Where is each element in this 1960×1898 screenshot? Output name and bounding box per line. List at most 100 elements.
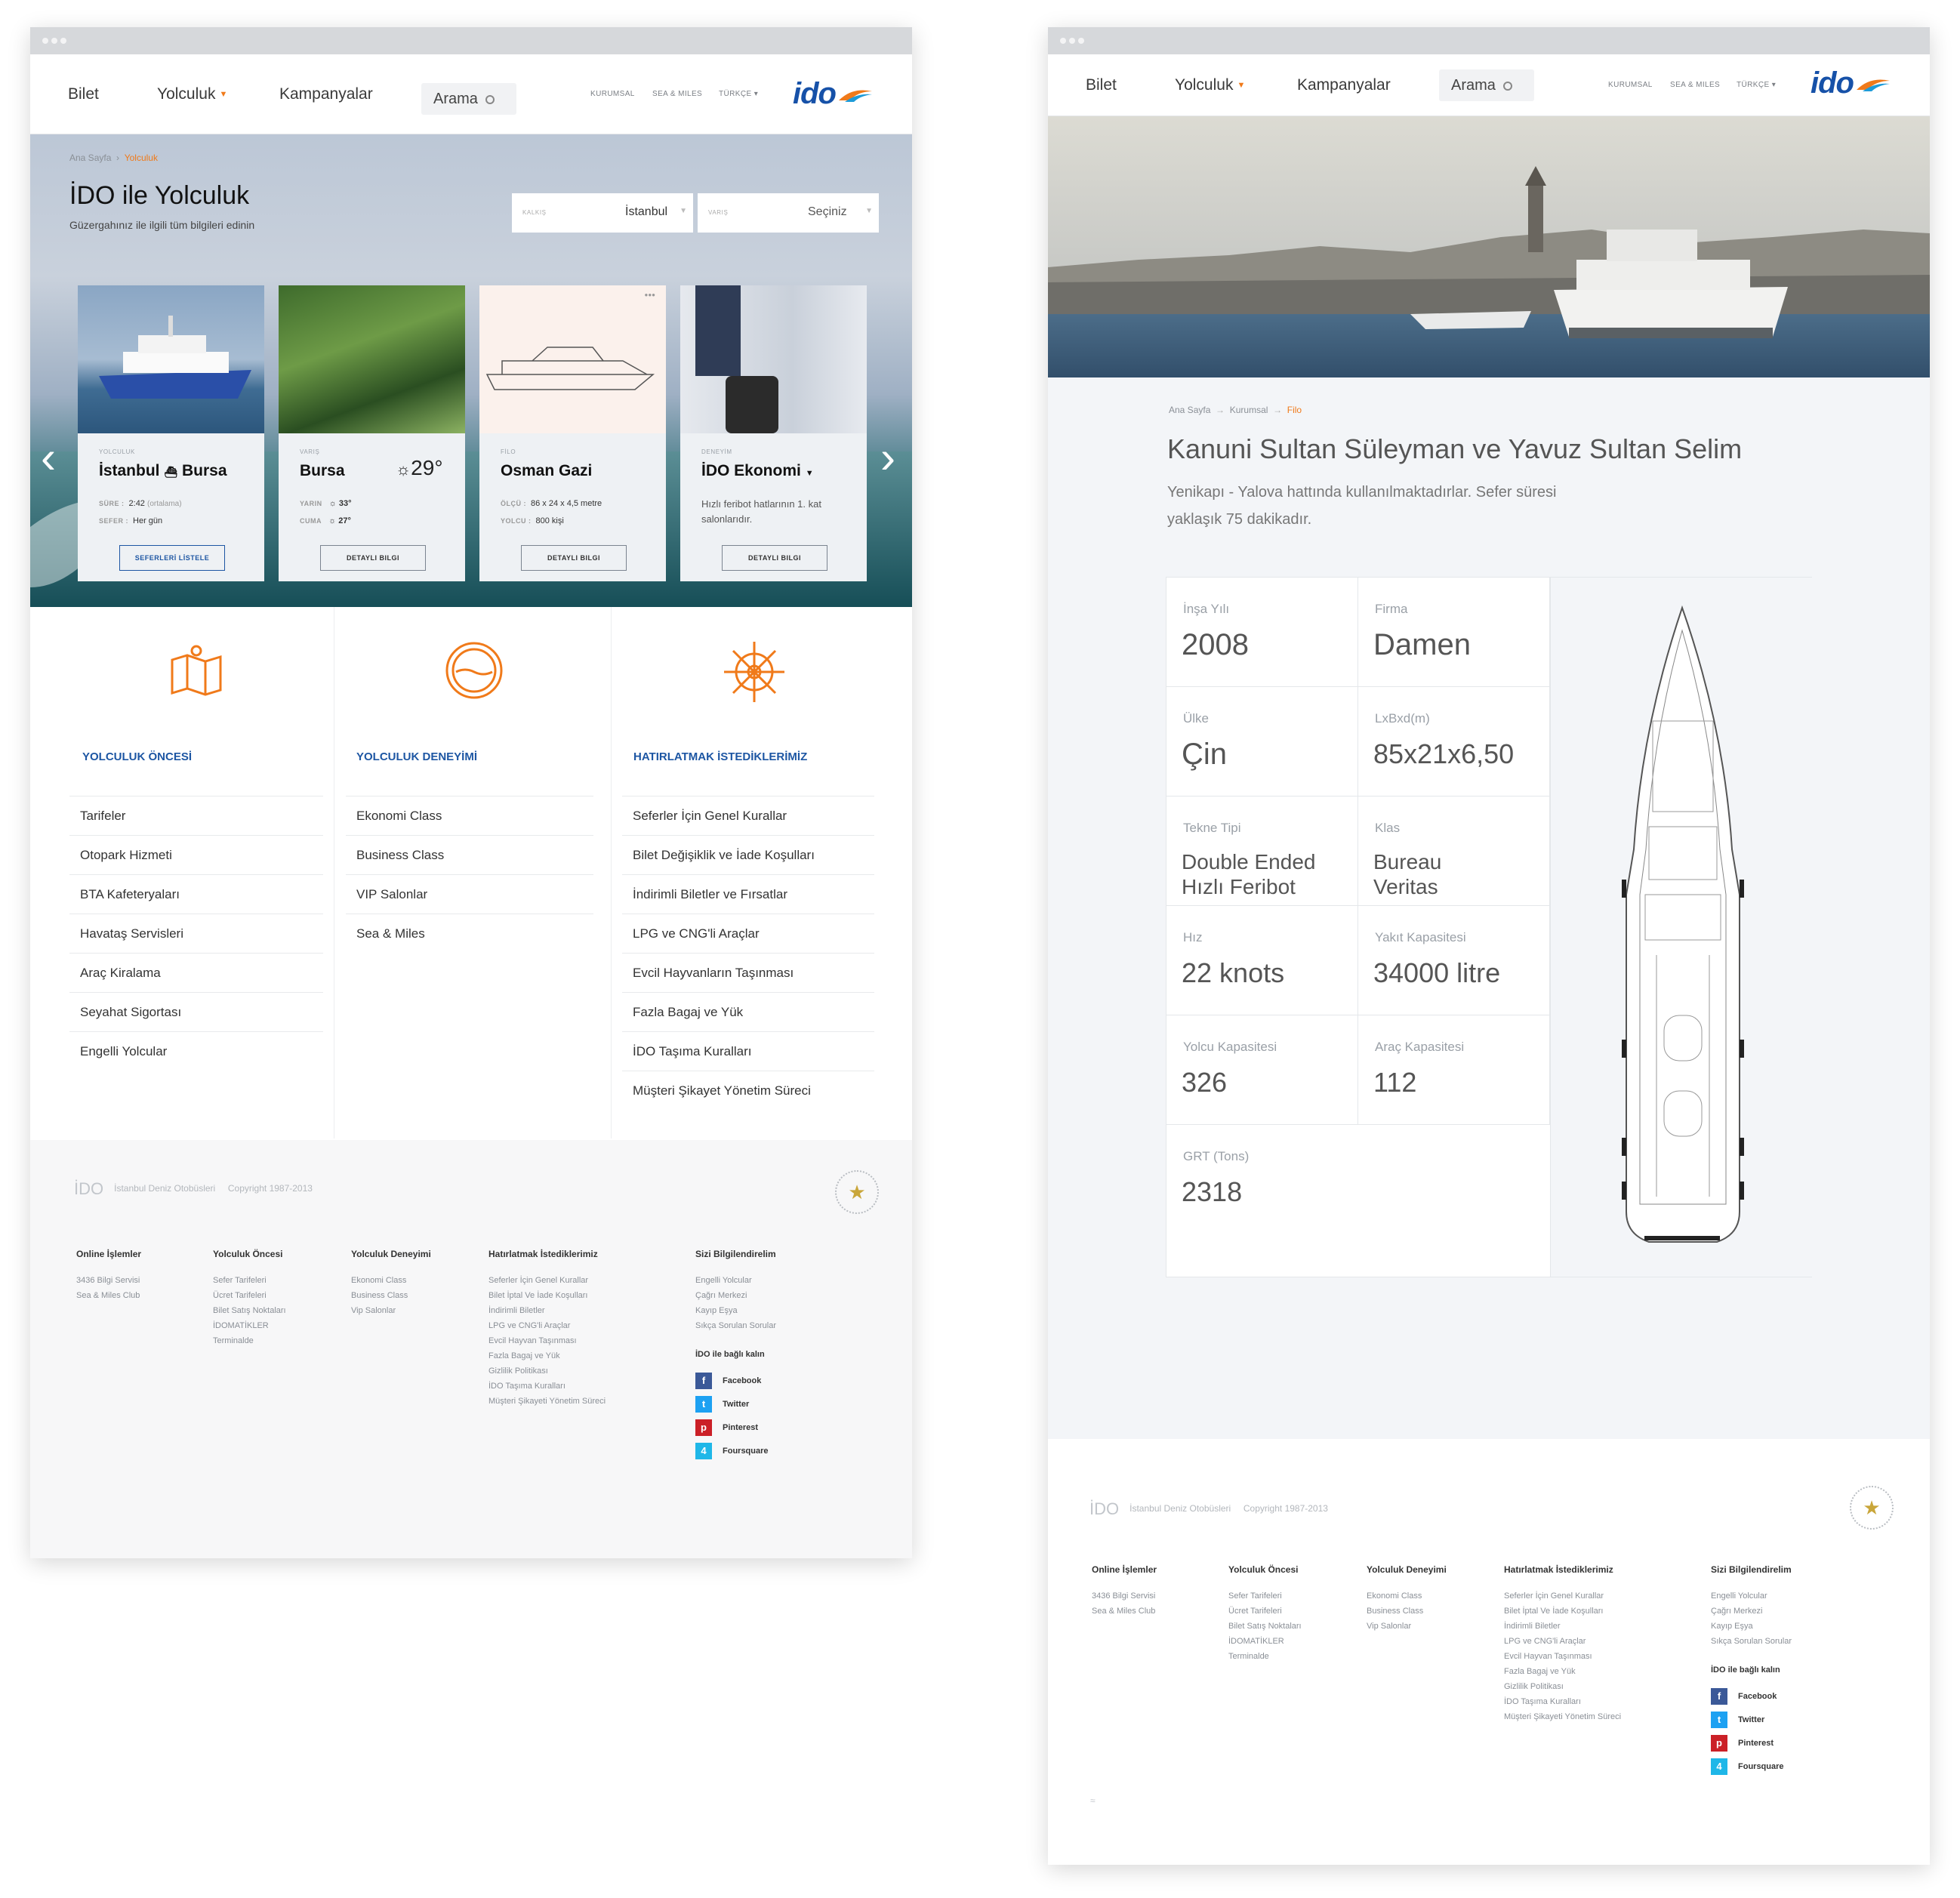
footer-link[interactable]: Sea & Miles Club <box>1092 1604 1155 1619</box>
footer-link[interactable]: Terminalde <box>213 1333 286 1348</box>
carousel-next-arrow-icon[interactable]: › <box>880 435 895 480</box>
footer-link[interactable]: Business Class <box>1367 1604 1423 1619</box>
footer-link[interactable]: Sıkça Sorulan Sorular <box>1711 1634 1792 1649</box>
footer-link[interactable]: Kayıp Eşya <box>695 1303 776 1318</box>
footer-link[interactable]: Engelli Yolcular <box>1711 1588 1792 1604</box>
experience-title[interactable]: İDO Ekonomi ▼ <box>701 462 814 480</box>
search-box[interactable]: Arama <box>421 83 516 115</box>
list-item[interactable]: Bilet Değişiklik ve İade Koşulları <box>622 835 874 874</box>
pinterest-link[interactable]: p Pinterest <box>695 1416 769 1440</box>
footer-link[interactable]: İndirimli Biletler <box>1504 1619 1621 1634</box>
footer-link[interactable]: LPG ve CNG'li Araçlar <box>488 1318 606 1333</box>
kalkis-select[interactable]: KALKIŞ İstanbul ▼ <box>512 193 693 233</box>
footer-link[interactable]: İDOMATİKLER <box>213 1318 286 1333</box>
varis-select[interactable]: VARIŞ Seçiniz ▼ <box>698 193 879 233</box>
footer-link[interactable]: LPG ve CNG'li Araçlar <box>1504 1634 1621 1649</box>
footer-link[interactable]: Bilet İptal Ve İade Koşulları <box>1504 1604 1621 1619</box>
list-item[interactable]: Seyahat Sigortası <box>69 992 323 1031</box>
nav-yolculuk[interactable]: Yolculuk ▼ <box>157 54 227 134</box>
nav-bilet[interactable]: Bilet <box>1086 54 1117 116</box>
list-item[interactable]: Fazla Bagaj ve Yük <box>622 992 874 1031</box>
nav-language[interactable]: TÜRKÇE ▾ <box>719 54 758 134</box>
list-item[interactable]: Evcil Hayvanların Taşınması <box>622 953 874 992</box>
footer-link[interactable]: İndirimli Biletler <box>488 1303 606 1318</box>
twitter-link[interactable]: t Twitter <box>695 1393 769 1416</box>
footer-link[interactable]: Terminalde <box>1228 1649 1302 1664</box>
footer-link[interactable]: Kayıp Eşya <box>1711 1619 1792 1634</box>
list-item[interactable]: İndirimli Biletler ve Fırsatlar <box>622 874 874 914</box>
twitter-link[interactable]: t Twitter <box>1711 1709 1784 1732</box>
nav-bilet[interactable]: Bilet <box>68 54 99 134</box>
nav-sea-miles[interactable]: SEA & MILES <box>1670 54 1720 116</box>
list-item[interactable]: Müşteri Şikayet Yönetim Süreci <box>622 1071 874 1110</box>
foursquare-link[interactable]: 4 Foursquare <box>695 1440 769 1463</box>
footer-link[interactable]: Seferler İçin Genel Kurallar <box>488 1273 606 1288</box>
nav-kampanyalar[interactable]: Kampanyalar <box>279 54 373 134</box>
footer-link[interactable]: Sefer Tarifeleri <box>213 1273 286 1288</box>
list-item[interactable]: Otopark Hizmeti <box>69 835 323 874</box>
nav-yolculuk[interactable]: Yolculuk ▼ <box>1175 54 1245 116</box>
details-button[interactable]: DETAYLI BILGI <box>521 545 627 571</box>
footer-link[interactable]: Ekonomi Class <box>351 1273 408 1288</box>
footer-link[interactable]: İDOMATİKLER <box>1228 1634 1302 1649</box>
ido-logo[interactable]: ido <box>793 77 874 111</box>
footer-link[interactable]: Sıkça Sorulan Sorular <box>695 1318 776 1333</box>
footer-link[interactable]: Ekonomi Class <box>1367 1588 1423 1604</box>
footer-link[interactable]: Bilet Satış Noktaları <box>213 1303 286 1318</box>
list-item[interactable]: Ekonomi Class <box>346 796 593 835</box>
search-box[interactable]: Arama <box>1439 69 1534 101</box>
list-item[interactable]: VIP Salonlar <box>346 874 593 914</box>
nav-sea-miles[interactable]: SEA & MILES <box>652 54 702 134</box>
nav-kurumsal[interactable]: KURUMSAL <box>1608 54 1653 116</box>
list-item[interactable]: İDO Taşıma Kuralları <box>622 1031 874 1071</box>
facebook-link[interactable]: f Facebook <box>695 1370 769 1393</box>
footer-link[interactable]: Business Class <box>351 1288 408 1303</box>
footer-link[interactable]: Bilet Satış Noktaları <box>1228 1619 1302 1634</box>
nav-language[interactable]: TÜRKÇE ▾ <box>1737 54 1776 116</box>
footer-link[interactable]: Gizlilik Politikası <box>1504 1679 1621 1694</box>
footer-link[interactable]: Müşteri Şikayeti Yönetim Süreci <box>488 1394 606 1409</box>
facebook-link[interactable]: f Facebook <box>1711 1685 1784 1709</box>
footer-link[interactable]: Sea & Miles Club <box>76 1288 140 1303</box>
footer-link[interactable]: Ücret Tarifeleri <box>1228 1604 1302 1619</box>
breadcrumb-home[interactable]: Ana Sayfa <box>69 153 111 163</box>
footer-link[interactable]: İDO Taşıma Kuralları <box>488 1379 606 1394</box>
list-item[interactable]: Engelli Yolcular <box>69 1031 323 1071</box>
foursquare-link[interactable]: 4 Foursquare <box>1711 1755 1784 1779</box>
footer-link[interactable]: Ücret Tarifeleri <box>213 1288 286 1303</box>
breadcrumb-kurumsal[interactable]: Kurumsal <box>1230 405 1268 415</box>
footer-link[interactable]: Fazla Bagaj ve Yük <box>1504 1664 1621 1679</box>
list-item[interactable]: Sea & Miles <box>346 914 593 953</box>
breadcrumb-home[interactable]: Ana Sayfa <box>1169 405 1210 415</box>
footer-link[interactable]: Bilet İptal Ve İade Koşulları <box>488 1288 606 1303</box>
footer-link[interactable]: Evcil Hayvan Taşınması <box>488 1333 606 1348</box>
list-item[interactable]: LPG ve CNG'li Araçlar <box>622 914 874 953</box>
footer-link[interactable]: 3436 Bilgi Servisi <box>76 1273 140 1288</box>
footer-link[interactable]: Çağrı Merkezi <box>695 1288 776 1303</box>
footer-link[interactable]: Çağrı Merkezi <box>1711 1604 1792 1619</box>
list-item[interactable]: Havataş Servisleri <box>69 914 323 953</box>
footer-link[interactable]: Gizlilik Politikası <box>488 1363 606 1379</box>
footer-link[interactable]: Vip Salonlar <box>351 1303 408 1318</box>
footer-link[interactable]: Seferler İçin Genel Kurallar <box>1504 1588 1621 1604</box>
list-item[interactable]: Tarifeler <box>69 796 323 835</box>
list-item[interactable]: BTA Kafeteryaları <box>69 874 323 914</box>
carousel-prev-arrow-icon[interactable]: ‹ <box>41 435 56 480</box>
footer-link[interactable]: Vip Salonlar <box>1367 1619 1423 1634</box>
footer-link[interactable]: Müşteri Şikayeti Yönetim Süreci <box>1504 1709 1621 1724</box>
nav-kurumsal[interactable]: KURUMSAL <box>590 54 635 134</box>
ido-logo[interactable]: ido <box>1811 66 1891 100</box>
details-button[interactable]: DETAYLI BILGI <box>320 545 426 571</box>
details-button[interactable]: DETAYLI BILGI <box>722 545 827 571</box>
footer-link[interactable]: Evcil Hayvan Taşınması <box>1504 1649 1621 1664</box>
footer-link[interactable]: Engelli Yolcular <box>695 1273 776 1288</box>
nav-kampanyalar[interactable]: Kampanyalar <box>1297 54 1391 116</box>
footer-link[interactable]: 3436 Bilgi Servisi <box>1092 1588 1155 1604</box>
footer-link[interactable]: Fazla Bagaj ve Yük <box>488 1348 606 1363</box>
pinterest-link[interactable]: p Pinterest <box>1711 1732 1784 1755</box>
list-item[interactable]: Business Class <box>346 835 593 874</box>
list-item[interactable]: Araç Kiralama <box>69 953 323 992</box>
list-trips-button[interactable]: SEFERLERİ LİSTELE <box>119 545 225 571</box>
footer-link[interactable]: Sefer Tarifeleri <box>1228 1588 1302 1604</box>
list-item[interactable]: Seferler İçin Genel Kurallar <box>622 796 874 835</box>
